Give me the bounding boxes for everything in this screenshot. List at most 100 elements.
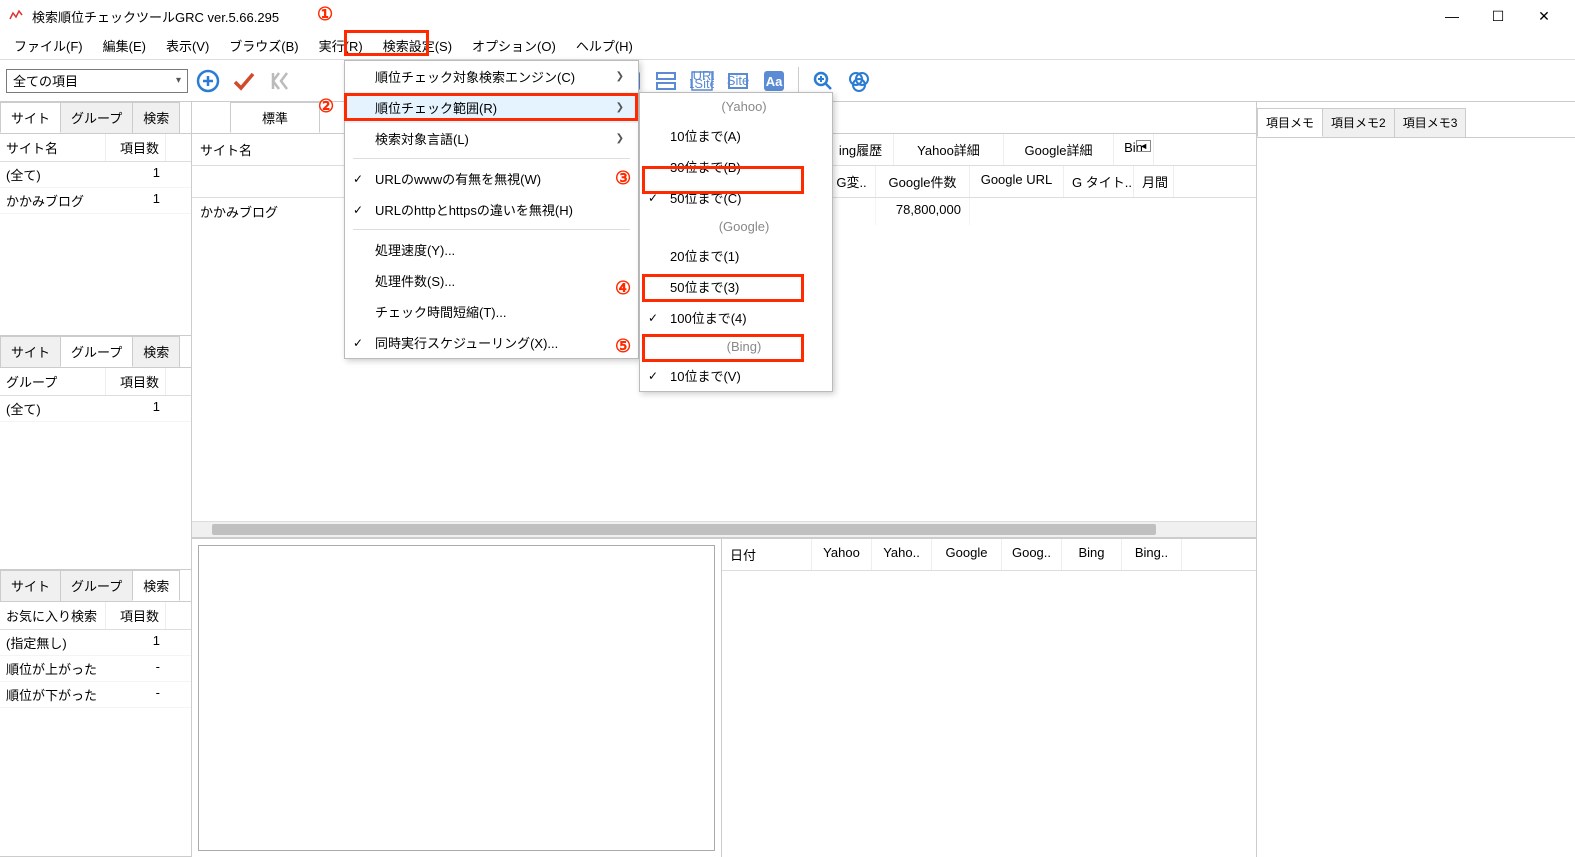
col-site-name[interactable]: サイト名 [0, 134, 106, 161]
history-panel: 日付 Yahoo Yaho.. Google Goog.. Bing Bing.… [721, 539, 1256, 857]
memo-area[interactable] [1257, 138, 1575, 538]
add-icon[interactable] [192, 65, 224, 97]
memo-tab-1[interactable]: 項目メモ [1257, 108, 1323, 137]
tab-search[interactable]: 検索 [132, 336, 180, 367]
col-monthly[interactable]: 月間 [1134, 166, 1174, 197]
menu-item[interactable]: ✓URLのhttpとhttpsの違いを無視(H) [345, 194, 638, 225]
col-yahoo-detail[interactable]: Yahoo詳細 [894, 134, 1004, 165]
col-yahoo2[interactable]: Yaho.. [872, 539, 932, 570]
menu-section-header: (Yahoo) [640, 93, 832, 120]
menu-item[interactable]: 順位チェック対象検索エンジン(C)❯ [345, 61, 638, 92]
tab-site[interactable]: サイト [0, 570, 61, 601]
col-item-count[interactable]: 項目数 [106, 134, 166, 161]
list-item[interactable]: 順位が上がった - [0, 656, 191, 682]
left-tabs-3: サイト グループ 検索 [0, 570, 191, 602]
venn-icon[interactable] [843, 65, 875, 97]
list-item[interactable]: (指定無し) 1 [0, 630, 191, 656]
tab-group[interactable]: グループ [60, 336, 133, 367]
col-google2[interactable]: Goog.. [1002, 539, 1062, 570]
menu-item[interactable]: 50位まで(3) [640, 271, 832, 302]
check-icon: ✓ [648, 191, 658, 205]
col-g-hen[interactable]: G変.. [828, 166, 876, 197]
close-button[interactable]: ✕ [1521, 0, 1567, 32]
menu-browse[interactable]: ブラウズ(B) [219, 32, 308, 59]
col-bin[interactable]: Bin◄ [1114, 134, 1154, 165]
col-item-count[interactable]: 項目数 [106, 602, 166, 629]
tab-search[interactable]: 検索 [132, 570, 180, 601]
check-icon[interactable] [228, 65, 260, 97]
col-item-count[interactable]: 項目数 [106, 368, 166, 395]
menu-help[interactable]: ヘルプ(H) [566, 32, 643, 59]
scrollbar-thumb[interactable] [212, 524, 1156, 535]
col-yahoo[interactable]: Yahoo [812, 539, 872, 570]
tab-site[interactable]: サイト [0, 102, 61, 133]
menu-run[interactable]: 実行(R) [309, 32, 373, 59]
horizontal-scrollbar[interactable] [192, 521, 1256, 537]
menu-item-label: URLのwwwの有無を無視(W) [375, 169, 541, 188]
menu-item[interactable]: 処理速度(Y)... [345, 234, 638, 265]
col-g-title[interactable]: G タイト.. [1064, 166, 1134, 197]
menu-item[interactable]: チェック時間短縮(T)... [345, 296, 638, 327]
menu-search-settings[interactable]: 検索設定(S) [373, 32, 462, 59]
tab-group[interactable]: グループ [60, 102, 133, 133]
menu-item[interactable]: 30位まで(B) [640, 151, 832, 182]
callout-num-1: ① [317, 4, 333, 25]
col-google-detail[interactable]: Google詳細 [1004, 134, 1114, 165]
menu-item-label: 処理件数(S)... [375, 271, 455, 290]
history-grid[interactable] [722, 571, 1256, 857]
callout-num-2: ② [318, 96, 334, 117]
col-bing[interactable]: Bing [1062, 539, 1122, 570]
menu-section-header: (Bing) [640, 333, 832, 360]
list-item[interactable]: (全て) 1 [0, 162, 191, 188]
menu-item[interactable]: 処理件数(S)... [345, 265, 638, 296]
minimize-button[interactable]: — [1429, 0, 1475, 32]
maximize-button[interactable]: ☐ [1475, 0, 1521, 32]
menu-item[interactable]: ✓ 100位まで(4) [640, 302, 832, 333]
col-google[interactable]: Google [932, 539, 1002, 570]
menu-item[interactable]: 20位まで(1) [640, 240, 832, 271]
rewind-icon[interactable] [264, 65, 296, 97]
col-bing2[interactable]: Bing.. [1122, 539, 1182, 570]
memo-tab-3[interactable]: 項目メモ3 [1394, 108, 1467, 137]
menu-item[interactable]: 順位チェック範囲(R)❯ [345, 92, 638, 123]
col-group[interactable]: グループ [0, 368, 106, 395]
menu-item-label: 100位まで(4) [670, 308, 747, 327]
filter-value: 全ての項目 [13, 71, 78, 90]
filter-dropdown[interactable]: 全ての項目 ▾ [6, 69, 188, 93]
callout-num-4: ④ [615, 278, 631, 299]
menu-item[interactable]: ✓URLのwwwの有無を無視(W) [345, 163, 638, 194]
menu-item[interactable]: ✓50位まで(C) [640, 182, 832, 213]
scroll-left-arrow[interactable]: ◄ [1136, 140, 1151, 152]
svg-text:Site: Site [727, 73, 749, 88]
tab-search[interactable]: 検索 [132, 102, 180, 133]
menu-item[interactable]: ✓同時実行スケジューリング(X)... [345, 327, 638, 358]
menu-item[interactable]: ✓10位まで(V) [640, 360, 832, 391]
memo-tab-2[interactable]: 項目メモ2 [1322, 108, 1395, 137]
list-item[interactable]: (全て) 1 [0, 396, 191, 422]
menu-item[interactable]: 10位まで(A) [640, 120, 832, 151]
col-ing-history[interactable]: ing履歴 [828, 134, 894, 165]
col-fav-search[interactable]: お気に入り検索 [0, 602, 106, 629]
tab-group[interactable]: グループ [60, 570, 133, 601]
menu-item-label: チェック時間短縮(T)... [375, 302, 506, 321]
menu-options[interactable]: オプション(O) [462, 32, 566, 59]
detail-panel[interactable] [198, 545, 715, 851]
menu-item[interactable]: 検索対象言語(L)❯ [345, 123, 638, 154]
list-item[interactable]: 順位が下がった - [0, 682, 191, 708]
col-google-url[interactable]: Google URL [970, 166, 1064, 197]
menu-item-label: 10位まで(A) [670, 126, 741, 145]
check-icon: ✓ [353, 336, 363, 350]
callout-num-5: ⑤ [615, 336, 631, 357]
col-google-count[interactable]: Google件数 [876, 166, 970, 197]
menu-view[interactable]: 表示(V) [156, 32, 219, 59]
list-item[interactable]: かかみブログ 1 [0, 188, 191, 214]
tab-site[interactable]: サイト [0, 336, 61, 367]
check-icon: ✓ [648, 311, 658, 325]
left-tabs-1: サイト グループ 検索 [0, 102, 191, 134]
rank-check-range-submenu: (Yahoo)10位まで(A)30位まで(B)✓50位まで(C)(Google)… [639, 92, 833, 392]
menu-edit[interactable]: 編集(E) [93, 32, 156, 59]
menu-file[interactable]: ファイル(F) [4, 32, 93, 59]
tab-standard[interactable]: 標準 [230, 102, 320, 133]
app-icon [8, 8, 24, 24]
col-date[interactable]: 日付 [722, 539, 812, 570]
